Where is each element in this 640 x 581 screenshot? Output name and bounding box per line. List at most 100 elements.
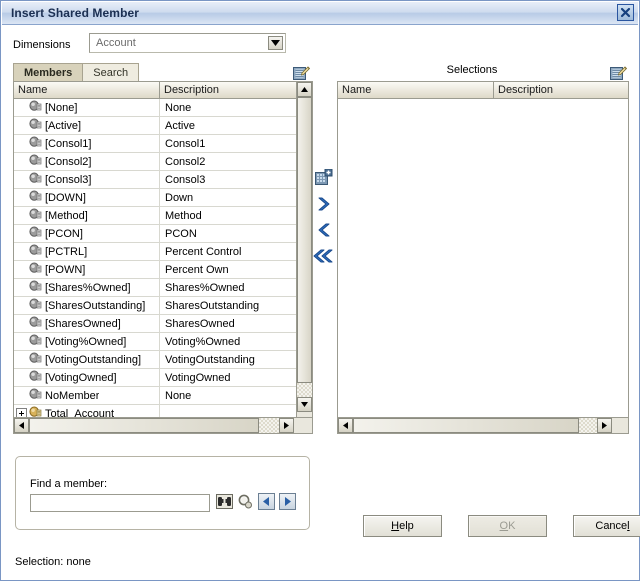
members-hscroll-track[interactable]: [259, 418, 279, 433]
help-button-label: elp: [399, 520, 414, 532]
selections-hscroll-thumb[interactable]: [353, 418, 579, 433]
member-name-label: [Voting%Owned]: [45, 335, 127, 348]
table-row[interactable]: [Active] Active: [14, 117, 312, 135]
move-all-left-button[interactable]: [313, 248, 335, 264]
member-name-label: [Shares%Owned]: [45, 281, 131, 294]
chevron-double-left-icon: [313, 249, 333, 263]
member-description-cell: Consol2: [165, 155, 206, 168]
member-icon: [29, 334, 42, 345]
member-icon: [29, 136, 42, 147]
members-vertical-scrollbar[interactable]: [296, 82, 312, 417]
table-row[interactable]: [None] None: [14, 99, 312, 117]
find-member-label: Find a member:: [30, 478, 108, 490]
scroll-up-button[interactable]: [297, 82, 312, 97]
member-icon: [29, 136, 42, 151]
chevron-right-icon: [318, 197, 330, 211]
member-name-cell: [SharesOwned]: [14, 315, 160, 332]
find-next-icon[interactable]: [279, 493, 296, 510]
scroll-right-button[interactable]: [279, 418, 294, 433]
member-icon: [29, 298, 42, 309]
help-button[interactable]: Help: [363, 515, 442, 537]
find-magnifier-icon[interactable]: [237, 494, 254, 510]
table-row[interactable]: [Method] Method: [14, 207, 312, 225]
member-description-cell: Percent Own: [165, 263, 229, 276]
member-name-label: [POWN]: [45, 263, 86, 276]
members-grid-header: Name Description: [14, 82, 312, 99]
dimensions-select[interactable]: Account: [89, 33, 286, 53]
selections-grid[interactable]: Name Description: [337, 81, 629, 434]
table-row[interactable]: [PCON] PCON: [14, 225, 312, 243]
chevron-down-icon[interactable]: [268, 36, 283, 50]
selections-horizontal-scrollbar[interactable]: [338, 417, 628, 433]
member-icon: [29, 280, 42, 291]
members-row-list: [None] None [Active] Active [Consol1] Consol1…: [14, 99, 312, 418]
member-name-cell: [None]: [14, 99, 160, 116]
selections-properties-icon[interactable]: [610, 65, 628, 81]
table-row[interactable]: [Shares%Owned] Shares%Owned: [14, 279, 312, 297]
dimensions-selected-value: Account: [96, 37, 136, 49]
table-row[interactable]: [Consol1] Consol1: [14, 135, 312, 153]
member-icon: [29, 172, 42, 183]
scroll-down-button[interactable]: [297, 397, 312, 412]
member-description-cell: VotingOwned: [165, 371, 231, 384]
member-icon: [29, 244, 42, 259]
selections-title: Selections: [446, 64, 498, 76]
member-icon: [29, 190, 42, 201]
member-name-cell: [Voting%Owned]: [14, 333, 160, 350]
member-description-cell: Consol1: [165, 137, 206, 150]
member-icon: [29, 118, 42, 133]
member-name-cell: [VotingOwned]: [14, 369, 160, 386]
table-row[interactable]: [Consol3] Consol3: [14, 171, 312, 189]
find-member-input[interactable]: [30, 494, 210, 512]
member-description-cell: Shares%Owned: [165, 281, 245, 294]
table-row[interactable]: [PCTRL] Percent Control: [14, 243, 312, 261]
member-icon: [29, 118, 42, 129]
selections-scroll-left-button[interactable]: [338, 418, 353, 433]
tab-members[interactable]: Members: [13, 63, 84, 81]
table-row[interactable]: [SharesOutstanding] SharesOutstanding: [14, 297, 312, 315]
member-name-label: NoMember: [45, 389, 100, 402]
selections-scroll-right-button[interactable]: [597, 418, 612, 433]
cancel-button[interactable]: Cancel: [573, 515, 640, 537]
scroll-left-button[interactable]: [14, 418, 29, 433]
move-right-button[interactable]: [315, 196, 333, 212]
member-icon: [29, 352, 42, 367]
table-row[interactable]: [Voting%Owned] Voting%Owned: [14, 333, 312, 351]
table-row[interactable]: [VotingOwned] VotingOwned: [14, 369, 312, 387]
members-scroll-track[interactable]: [297, 383, 312, 397]
move-left-button[interactable]: [315, 222, 333, 238]
member-icon: [29, 154, 42, 169]
member-name-label: [Method]: [45, 209, 88, 222]
members-grid[interactable]: Name Description [None] None [Active] Activ…: [13, 81, 313, 434]
table-row[interactable]: [SharesOwned] SharesOwned: [14, 315, 312, 333]
member-icon: [29, 316, 42, 331]
table-row[interactable]: [VotingOutstanding] VotingOutstanding: [14, 351, 312, 369]
member-name-label: [PCTRL]: [45, 245, 88, 258]
member-icon: [29, 280, 42, 295]
member-icon: [29, 352, 42, 363]
tab-search[interactable]: Search: [82, 63, 140, 81]
member-name-cell: [Consol1]: [14, 135, 160, 152]
members-scroll-thumb[interactable]: [297, 97, 312, 383]
tab-search-label: Search: [93, 66, 129, 79]
member-icon: [29, 334, 42, 349]
find-binoculars-icon[interactable]: [216, 494, 233, 509]
close-button[interactable]: [617, 4, 634, 21]
table-row[interactable]: [POWN] Percent Own: [14, 261, 312, 279]
member-description-cell: Method: [165, 209, 202, 222]
selections-col-description: Description: [498, 84, 554, 96]
member-name-cell: NoMember: [14, 387, 160, 404]
find-previous-icon[interactable]: [258, 493, 275, 510]
member-name-label: [Consol1]: [45, 137, 92, 150]
members-horizontal-scrollbar[interactable]: [14, 417, 312, 433]
members-hscroll-thumb[interactable]: [29, 418, 259, 433]
add-selection-button[interactable]: [315, 168, 333, 186]
ok-button[interactable]: OK: [468, 515, 547, 537]
member-name-label: [VotingOutstanding]: [45, 353, 142, 366]
selections-hscroll-track[interactable]: [579, 418, 597, 433]
members-properties-icon[interactable]: [293, 65, 311, 81]
table-row[interactable]: [DOWN] Down: [14, 189, 312, 207]
table-row[interactable]: NoMember None: [14, 387, 312, 405]
member-icon: [29, 190, 42, 205]
table-row[interactable]: [Consol2] Consol2: [14, 153, 312, 171]
